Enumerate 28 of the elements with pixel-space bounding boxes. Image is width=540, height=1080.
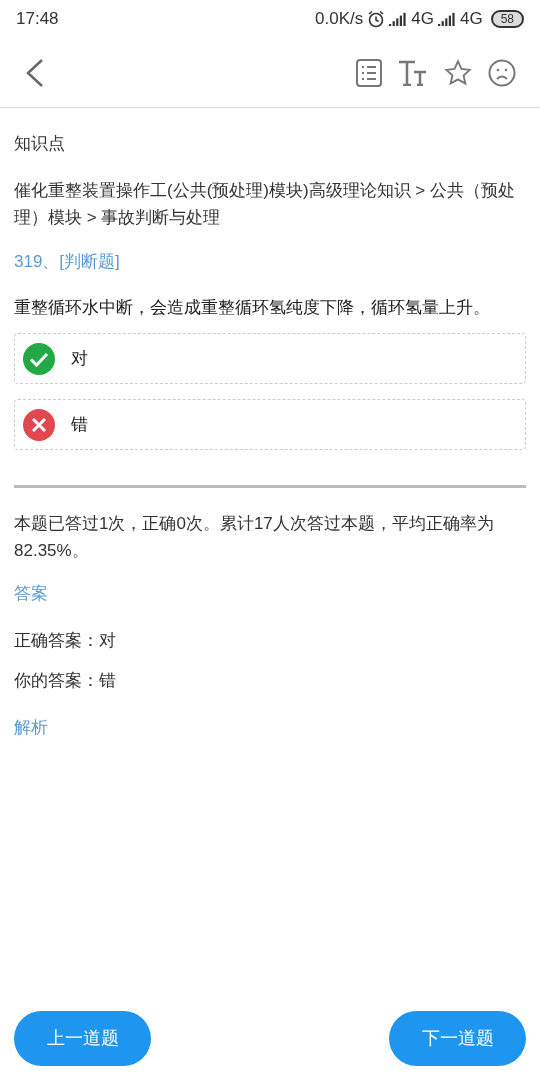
answer-option[interactable]: 错 [14,399,526,450]
answer-stats: 本题已答过1次，正确0次。累计17人次答过本题，平均正确率为82.35%。 [14,513,495,562]
network-type: 4G [459,8,483,31]
question-text: 重整循环水中断，会造成重整循环氢纯度下降，循环氢量上升。 [14,297,491,319]
question-number: 319、[判断题] [14,251,121,273]
knowledge-path: 催化重整装置操作工(公共(预处理)模块)高级理论知识 > 公共（预处理）模块 > 事故判断与处理 [14,180,517,229]
network-speed: 0.0K/s [315,8,364,31]
signal-icon [389,12,408,26]
section-heading: 解析 [14,717,49,739]
star-icon[interactable] [444,58,472,87]
font-size-icon[interactable] [398,59,428,86]
correct-answer: 正确答案：对 [14,630,117,652]
sad-face-icon[interactable] [488,58,516,87]
battery-indicator: 58 [490,10,524,28]
list-icon[interactable] [356,58,382,87]
network-type: 4G [411,8,434,31]
status-time: 17:48 [16,8,59,31]
your-answer: 你的答案：错 [14,670,117,692]
cross-circle-icon [23,408,55,441]
back-icon[interactable] [24,57,44,88]
answer-option[interactable]: 对 [14,333,526,384]
signal-icon [437,12,456,26]
section-heading: 答案 [14,583,49,605]
option-label: 错 [71,414,88,436]
check-circle-icon [23,342,55,375]
option-label: 对 [71,348,88,370]
section-label: 知识点 [14,133,66,155]
alarm-icon [367,10,386,28]
